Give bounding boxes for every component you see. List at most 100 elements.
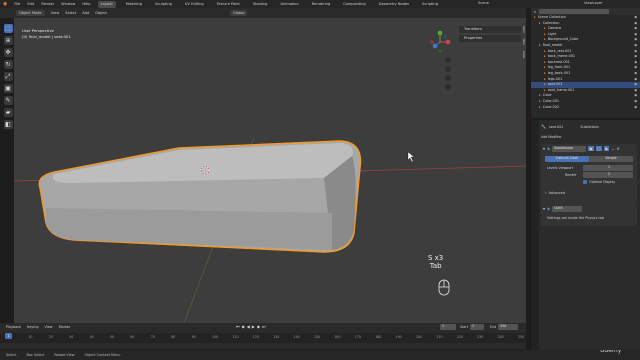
add-modifier-button[interactable]: Add Modifier xyxy=(541,135,562,139)
next-key-icon[interactable]: ◆ xyxy=(257,324,260,329)
tab-uv-editing[interactable]: UV Editing xyxy=(182,1,207,8)
frame-tick-label: 130 xyxy=(273,335,280,339)
orientation-dropdown[interactable]: Global xyxy=(230,10,248,16)
rotate-tool-icon[interactable]: ↻ xyxy=(3,60,13,69)
status-bar: Select Box Select Rotate View Object Con… xyxy=(0,350,640,360)
optimal-display-checkbox[interactable] xyxy=(583,180,587,184)
collapse-icon[interactable]: ▾ xyxy=(543,146,545,151)
tab-animation[interactable]: Animation xyxy=(277,1,301,8)
end-frame-field[interactable]: 250 xyxy=(498,324,518,330)
select-tool-icon[interactable]: ⬚ xyxy=(3,24,13,33)
transform-tool-icon[interactable]: ▣ xyxy=(3,84,13,93)
collapse-icon-2[interactable]: ▾ xyxy=(543,206,545,211)
timeline-view[interactable]: View xyxy=(45,325,53,329)
timeline-playback[interactable]: Playback xyxy=(6,325,21,329)
measure-tool-icon[interactable]: ▰ xyxy=(3,108,13,117)
prev-key-icon[interactable]: ◆ xyxy=(242,324,245,329)
play-icon[interactable]: ▶ xyxy=(252,324,255,329)
scene-selector[interactable]: Scene xyxy=(478,1,489,5)
jump-end-icon[interactable]: ⏭ xyxy=(262,324,266,329)
advanced-label: Advanced xyxy=(548,190,565,195)
frame-tick-label: 10 xyxy=(28,335,33,339)
object-icon: ▸ xyxy=(544,87,546,92)
outliner[interactable]: ⌕ ▸ Scene Collection ◉ ▸ Collection ◉ ▸ Camera ◉… xyxy=(530,8,640,118)
outliner-row[interactable]: ▸ Cube.002 ◉ xyxy=(531,105,640,111)
frame-tick-label: 160 xyxy=(334,335,341,339)
physics-note: Settings are inside the Physics tab xyxy=(547,216,604,220)
frame-tick-label: 80 xyxy=(171,335,176,339)
properties-panel[interactable]: Properties xyxy=(459,35,521,42)
timeline-marker[interactable]: Marker xyxy=(59,325,71,329)
menu-render[interactable]: Render xyxy=(41,2,54,6)
levels-viewport-field[interactable]: 1 xyxy=(583,165,633,171)
menu-select[interactable]: Select xyxy=(65,11,76,15)
add-cube-tool-icon[interactable]: ◧ xyxy=(3,120,13,129)
modifier-header: ▾ ◈ Subdivision ▣ ▢ ◉ ⌄ ✕ xyxy=(543,146,620,152)
status-box-select: Box Select xyxy=(26,353,45,357)
mode-dropdown[interactable]: Object Mode xyxy=(16,10,45,16)
object-icon: ▸ xyxy=(544,54,546,59)
timeline-keying[interactable]: Keying xyxy=(27,325,38,329)
tab-view[interactable]: View xyxy=(521,51,526,58)
tab-sculpting[interactable]: Sculpting xyxy=(152,1,175,8)
move-tool-icon[interactable]: ✥ xyxy=(3,48,13,57)
filter-icon[interactable]: ⌕ xyxy=(534,9,536,14)
cloth-name-field[interactable]: Cloth xyxy=(552,206,583,212)
menu-edit[interactable]: Edit xyxy=(27,2,34,6)
frame-tick-label: 190 xyxy=(395,335,402,339)
frame-ruler[interactable]: 0102030405060708090100110120130140150160… xyxy=(0,333,526,343)
viewport-toggle-icon[interactable]: ▢ xyxy=(595,146,602,152)
transform-panel[interactable]: Transform xyxy=(459,26,521,33)
tab-geometry-nodes[interactable]: Geometry Nodes xyxy=(376,1,412,8)
playhead[interactable]: 1 xyxy=(5,333,12,339)
frame-tick-label: 250 xyxy=(518,335,525,339)
viewport-nav-buttons[interactable] xyxy=(445,57,451,90)
current-frame-field[interactable]: 1 xyxy=(440,324,456,330)
render-toggle-icon[interactable]: ◉ xyxy=(603,146,610,152)
outliner-tree: ▸ Scene Collection ◉ ▸ Collection ◉ ▸ Camera ◉ ▸ L… xyxy=(531,15,640,110)
3d-viewport[interactable] xyxy=(14,18,526,323)
tab-shading[interactable]: Shading xyxy=(250,1,271,8)
navigation-gizmo[interactable] xyxy=(430,30,451,53)
frame-tick-label: 220 xyxy=(456,335,463,339)
menu-file[interactable]: File xyxy=(14,2,20,6)
catmull-clark-tab[interactable]: Catmull-Clark xyxy=(545,156,589,162)
modifier-name-field[interactable]: Subdivision xyxy=(552,146,587,152)
menu-object[interactable]: Object xyxy=(95,11,107,15)
start-label: Start xyxy=(460,325,469,329)
start-frame-field[interactable]: 1 xyxy=(470,324,484,330)
tab-tool[interactable]: Tool xyxy=(521,39,526,45)
menu-window[interactable]: Window xyxy=(61,2,75,6)
scale-tool-icon[interactable]: ⤢ xyxy=(3,72,13,81)
frame-tick-label: 50 xyxy=(110,335,115,339)
cursor-tool-icon[interactable]: ⊕ xyxy=(3,36,13,45)
advanced-row[interactable]: › Advanced xyxy=(545,190,565,195)
seat-mesh[interactable] xyxy=(38,140,362,253)
optimal-display-label: Optimal Display xyxy=(589,180,616,184)
menu-help[interactable]: Help xyxy=(82,2,90,6)
menu-add[interactable]: Add xyxy=(82,11,89,15)
annotate-tool-icon[interactable]: ✎ xyxy=(3,96,13,105)
view-layer-selector[interactable]: ViewLayer xyxy=(584,1,603,5)
tab-modeling[interactable]: Modeling xyxy=(123,1,145,8)
status-rotate-view: Rotate View xyxy=(54,353,75,357)
visibility-eye-icon[interactable]: ◉ xyxy=(634,105,637,111)
tab-scripting[interactable]: Scripting xyxy=(419,1,441,8)
outliner-search[interactable] xyxy=(539,9,610,14)
play-reverse-icon[interactable]: ◀ xyxy=(247,324,250,329)
tab-texture-paint[interactable]: Texture Paint xyxy=(214,1,243,8)
edit-mode-icon[interactable]: ▣ xyxy=(588,146,594,152)
menu-view[interactable]: View xyxy=(51,11,60,15)
tab-item[interactable]: Item xyxy=(521,26,526,33)
object-icon: ▸ xyxy=(544,26,546,31)
jump-start-icon[interactable]: ⏮ xyxy=(236,324,240,329)
tab-layout[interactable]: Layout xyxy=(97,0,116,8)
close-icon[interactable]: ✕ xyxy=(617,146,620,151)
tab-compositing[interactable]: Compositing xyxy=(340,1,369,8)
render-levels-field[interactable]: 2 xyxy=(583,172,633,178)
outliner-row-label: seat.001 xyxy=(547,82,563,87)
blender-logo-icon[interactable]: ◉ xyxy=(3,1,7,7)
dropdown-icon[interactable]: ⌄ xyxy=(611,146,614,151)
tab-rendering[interactable]: Rendering xyxy=(309,1,333,8)
simple-tab[interactable]: Simple xyxy=(589,156,633,162)
